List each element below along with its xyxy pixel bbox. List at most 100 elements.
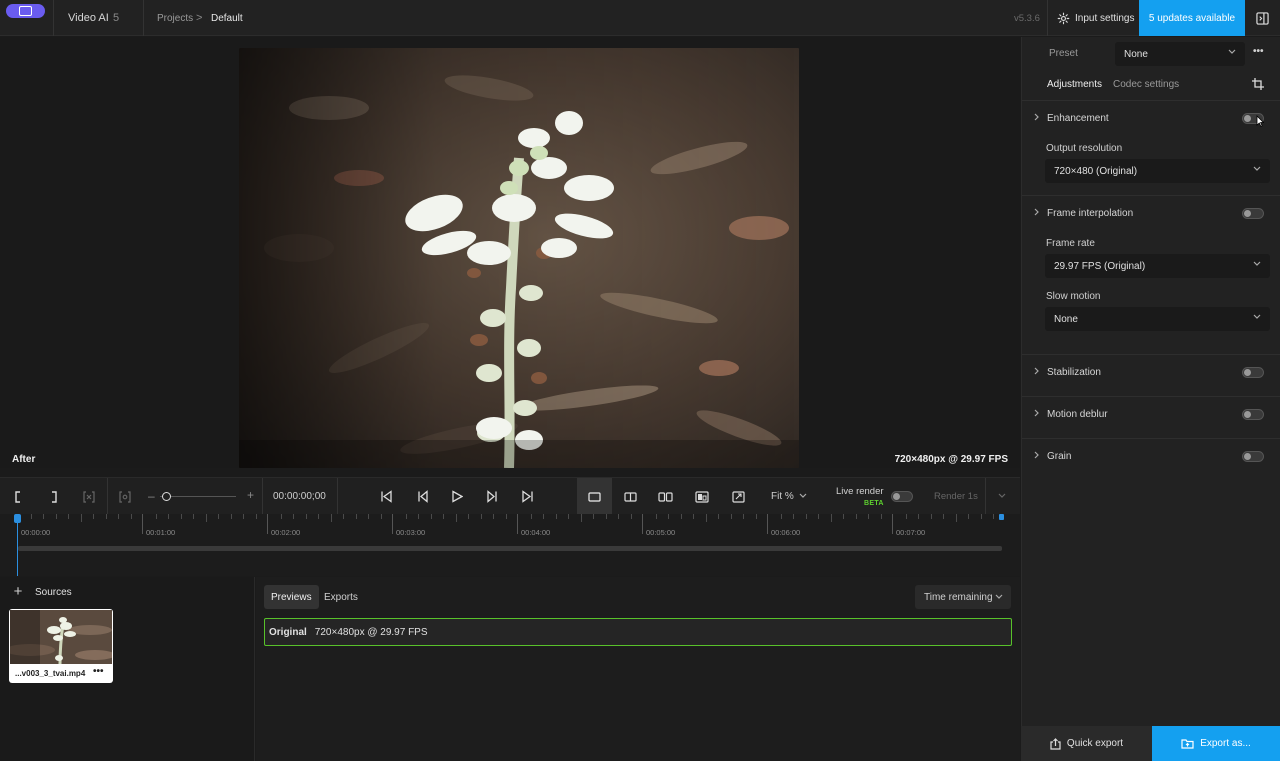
preset-dropdown[interactable]: None (1115, 42, 1245, 66)
video-ai-window: Video AI 5 Projects > Default v5.3.6 Inp… (0, 0, 1280, 761)
frame-rate-dropdown[interactable]: 29.97 FPS (Original) (1045, 254, 1270, 278)
playhead-line (17, 516, 18, 576)
previous-frame-button[interactable] (412, 478, 432, 515)
video-frame-image (239, 48, 799, 468)
timeline-minor-tick (80, 514, 82, 522)
tab-exports[interactable]: Exports (317, 585, 365, 609)
render-options-chevron-icon[interactable] (998, 493, 1006, 499)
zoom-out-icon[interactable]: – (148, 489, 155, 503)
preset-more-button[interactable]: ••• (1253, 46, 1264, 57)
beta-badge: BETA (864, 500, 884, 507)
go-to-end-button[interactable] (517, 478, 537, 515)
bracket-left-icon (15, 490, 20, 503)
crop-icon[interactable] (1252, 78, 1264, 90)
app-logo[interactable] (6, 4, 45, 18)
view-compare-button[interactable] (692, 478, 712, 515)
grain-section-header[interactable]: Grain (1022, 439, 1280, 475)
export-as-button[interactable]: Export as... (1152, 726, 1280, 761)
timeline-minor-tick (855, 514, 857, 519)
panel-toggle-button[interactable] (1245, 0, 1280, 36)
timeline-minor-tick (743, 514, 744, 519)
sort-dropdown-label: Time remaining (924, 591, 993, 603)
share-icon (1050, 737, 1061, 750)
timeline-minor-tick (480, 514, 482, 519)
logo-icon (19, 6, 32, 16)
zoom-fit-button[interactable] (115, 478, 135, 515)
quick-export-button[interactable]: Quick export (1021, 726, 1152, 761)
source-thumbnail-card[interactable]: ...v003_3_tvai.mp4 ••• (9, 609, 113, 683)
divider (1047, 0, 1048, 36)
motion-deblur-toggle[interactable] (1242, 409, 1264, 420)
mark-in-button[interactable] (8, 478, 28, 515)
skip-end-icon (521, 490, 533, 503)
timeline-ruler[interactable]: 00:00:00 00:01:00 00:02:00 00:03:00 00:04:00… (0, 514, 1020, 538)
timeline-track[interactable] (18, 546, 1002, 551)
render-1s-button[interactable]: Render 1s (934, 491, 978, 502)
timeline-minor-tick (993, 514, 994, 519)
updates-available-button[interactable]: 5 updates available (1139, 0, 1245, 36)
step-back-icon (417, 490, 428, 503)
output-resolution-dropdown[interactable]: 720×480 (Original) (1045, 159, 1270, 183)
timeline-minor-tick (318, 514, 319, 519)
export-as-label: Export as... (1200, 738, 1251, 749)
divider (107, 478, 108, 515)
stabilization-section-header[interactable]: Stabilization (1022, 355, 1280, 391)
view-crop-button[interactable] (728, 478, 748, 515)
play-button[interactable] (447, 478, 467, 515)
timeline-minor-tick (305, 514, 307, 519)
sort-dropdown[interactable]: Time remaining (915, 585, 1011, 609)
video-frame[interactable] (239, 48, 799, 468)
timeline-minor-tick (430, 514, 432, 519)
source-more-button[interactable]: ••• (93, 666, 104, 677)
frame-interpolation-section-header[interactable]: Frame interpolation (1022, 196, 1280, 232)
timeline-major-tick (392, 514, 393, 534)
grain-toggle[interactable] (1242, 451, 1264, 462)
add-source-button[interactable]: + (9, 582, 27, 600)
zoom-fit-dropdown[interactable]: Fit % (771, 491, 794, 502)
split-view-icon (623, 491, 637, 502)
timeline-minor-tick (180, 514, 182, 519)
tab-previews[interactable]: Previews (264, 585, 319, 609)
chevron-right-icon (1034, 367, 1039, 375)
timeline-minor-tick (218, 514, 219, 519)
preview-row[interactable]: Original 720×480px @ 29.97 FPS (264, 618, 1012, 646)
frame-interpolation-title: Frame interpolation (1047, 208, 1134, 219)
timecode[interactable]: 00:00:00;00 (273, 491, 326, 502)
timeline-end-marker[interactable] (999, 514, 1004, 520)
tab-adjustments[interactable]: Adjustments (1047, 79, 1102, 90)
breadcrumb-projects[interactable]: Projects (157, 13, 193, 24)
stabilization-toggle[interactable] (1242, 367, 1264, 378)
frame-interpolation-toggle[interactable] (1242, 208, 1264, 219)
zoom-slider[interactable] (160, 496, 236, 497)
playhead-handle[interactable] (14, 514, 21, 523)
next-frame-button[interactable] (482, 478, 502, 515)
slow-motion-dropdown[interactable]: None (1045, 307, 1270, 331)
breadcrumb-current[interactable]: Default (211, 13, 243, 24)
timeline-minor-tick (680, 514, 682, 519)
timeline-minor-tick (443, 514, 444, 519)
view-single-button[interactable] (577, 478, 612, 515)
view-side-by-side-button[interactable] (655, 478, 675, 515)
enhancement-section-header[interactable]: Enhancement (1022, 101, 1280, 137)
chevron-down-icon (995, 594, 1003, 599)
tab-codec-settings[interactable]: Codec settings (1113, 79, 1179, 90)
zoom-slider-handle[interactable] (162, 492, 171, 501)
view-split-button[interactable] (620, 478, 640, 515)
slow-motion-label: Slow motion (1046, 291, 1101, 302)
input-settings-button[interactable]: Input settings (1052, 0, 1139, 36)
chevron-down-icon (1253, 261, 1261, 266)
go-to-start-button[interactable] (376, 478, 396, 515)
zoom-in-icon[interactable]: + (247, 488, 254, 502)
motion-deblur-section-header[interactable]: Motion deblur (1022, 397, 1280, 433)
timeline[interactable]: 00:00:00 00:01:00 00:02:00 00:03:00 00:04:00… (0, 514, 1020, 576)
side-by-side-icon (657, 491, 673, 502)
divider (262, 478, 263, 515)
mark-out-button[interactable] (44, 478, 64, 515)
timeline-major-tick (642, 514, 643, 534)
clear-marks-button[interactable] (79, 478, 99, 515)
timeline-major-tick (142, 514, 143, 534)
timeline-minor-tick (930, 514, 932, 519)
live-render-toggle[interactable] (891, 491, 913, 502)
divider (985, 478, 986, 515)
timeline-minor-tick (618, 514, 619, 519)
